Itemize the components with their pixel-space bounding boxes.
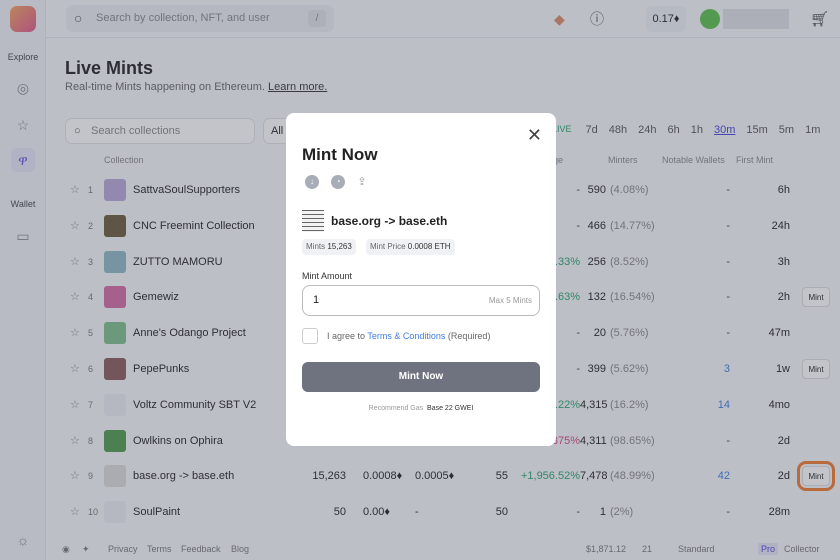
mint-modal: ✕ Mint Now ↓ ◔ ⇪ base.org -> base.eth Mi… [286, 113, 556, 446]
mint-amount-value: 1 [313, 294, 320, 306]
price-chip: Mint Price 0.0008 ETH [366, 239, 455, 255]
mint-now-button[interactable]: Mint Now [302, 362, 540, 392]
gas-label: Recommend Gas [368, 405, 424, 412]
mints-label: Mints [306, 242, 326, 251]
share-icon[interactable]: ⇪ [355, 175, 369, 189]
mint-amount-label: Mint Amount [302, 271, 353, 281]
collection-thumbnail [302, 210, 324, 232]
terms-agreement: I agree to Terms & Conditions (Required) [327, 331, 490, 341]
modal-title: Mint Now [302, 145, 378, 164]
recommended-gas: Recommend Gas Base 22 GWEI [286, 405, 556, 412]
terms-checkbox[interactable] [302, 328, 318, 344]
required-text: (Required) [447, 331, 491, 341]
max-mints-hint: Max 5 Mints [488, 296, 532, 305]
price-value: 0.0008 ETH [407, 242, 451, 251]
agree-text: I agree to [327, 331, 366, 341]
collection-name: base.org -> base.eth [331, 214, 448, 228]
mint-amount-input[interactable]: 1 Max 5 Mints [302, 285, 540, 316]
price-label: Mint Price [370, 242, 406, 251]
mints-chip: Mints 15,263 [302, 239, 356, 255]
terms-link[interactable]: Terms & Conditions [367, 331, 445, 341]
mints-value: 15,263 [327, 242, 352, 251]
gas-value: Base 22 GWEI [427, 405, 474, 412]
download-icon[interactable]: ↓ [305, 175, 319, 189]
close-icon[interactable]: ✕ [527, 125, 542, 146]
chart-icon[interactable]: ◔ [331, 175, 345, 189]
